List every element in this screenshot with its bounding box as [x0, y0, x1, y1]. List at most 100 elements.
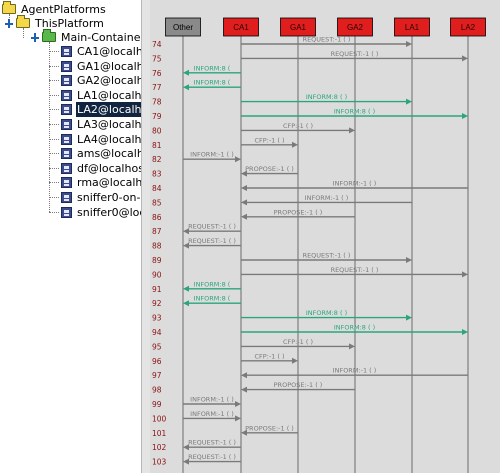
message-row-number: 102: [152, 443, 167, 452]
tree-agent-la2[interactable]: LA2@localhost: [0, 102, 141, 118]
tree-agent-rma[interactable]: rma@localhost: [0, 175, 142, 190]
message-arrowhead: [406, 98, 412, 105]
agent-icon: [61, 89, 72, 101]
message-row-number: 91: [152, 285, 162, 294]
tree-agent-la2-label: LA2@localhost: [76, 102, 141, 118]
message-sequence-diagram: Other CA1 GA1 GA2 LA1 LA2 74 REQUEST:-1 ( ) 75 RE…: [152, 17, 486, 473]
message-label: INFORM:8 (: [194, 79, 231, 87]
tree-agent-la1[interactable]: LA1@localhost: [0, 88, 141, 103]
message-row-number: 83: [152, 170, 162, 179]
message-label: REQUEST:-1 ( ): [331, 50, 379, 58]
tree-agent-ca1[interactable]: CA1@localhos: [0, 44, 141, 59]
message-row-number: 90: [152, 270, 162, 279]
tree-agent-sniffer0-on-ma[interactable]: sniffer0-on-Ma: [0, 190, 141, 205]
tree-node-agentplatforms-label: AgentPlatforms: [21, 3, 106, 16]
message-row-number: 74: [152, 40, 162, 49]
message-arrowhead: [183, 84, 189, 91]
message-arrowhead: [241, 185, 247, 191]
tree-agent-ams[interactable]: ams@localhost: [0, 146, 141, 161]
message-label: INFORM:-1 ( ): [190, 410, 234, 418]
message-row-number: 89: [152, 256, 162, 265]
message-label: INFORM:8 ( ): [306, 93, 347, 101]
agent-header-label-ga1: GA1: [290, 23, 307, 32]
message-label: INFORM:8 ( ): [334, 108, 375, 116]
message-arrowhead: [349, 127, 355, 134]
tree-agent-df-label: df@localhost:1: [77, 161, 141, 175]
tree-node-thisplatform[interactable]: ThisPlatform: [0, 15, 141, 31]
message-arrowhead: [241, 213, 247, 220]
agent-icon: [61, 46, 72, 57]
agent-icon: [61, 119, 72, 130]
message-row-number: 75: [152, 54, 162, 63]
tree-agent-la4[interactable]: LA4@localhost: [0, 132, 142, 147]
agent-tree-panel[interactable]: AgentPlatforms ThisPlatform Main-Container…: [0, 0, 142, 473]
tree-agent-ams-label: ams@localhost: [77, 147, 141, 161]
agent-icon: [61, 133, 72, 145]
tree-node-main-container[interactable]: Main-Container: [0, 29, 142, 45]
message-row-number: 84: [152, 184, 162, 193]
agent-header-label-la1: LA1: [405, 23, 420, 32]
message-arrowhead: [183, 300, 189, 307]
tree-agent-sniffer0[interactable]: sniffer0@locall: [0, 205, 141, 220]
message-arrowhead: [462, 329, 468, 335]
message-arrowhead: [349, 343, 355, 350]
message-row-number: 88: [152, 242, 162, 251]
message-arrowhead: [292, 141, 298, 148]
message-label: INFORM:-1 ( ): [333, 367, 377, 375]
message-row-number: 80: [152, 126, 162, 135]
tree-agent-la4-label: LA4@localhost: [77, 132, 142, 146]
message-arrowhead: [462, 271, 468, 278]
message-label: INFORM:8 ( ): [306, 309, 347, 317]
agent-header-label-la2: LA2: [461, 23, 476, 32]
message-row-number: 100: [152, 414, 167, 423]
message-arrowhead: [183, 285, 189, 292]
tree-agent-la3-label: LA3@localhost: [77, 118, 142, 131]
message-label: CFP:-1 ( ): [254, 136, 284, 144]
message-label: INFORM:-1 ( ): [190, 396, 234, 404]
tree-node-main-container-label: Main-Container: [61, 31, 142, 44]
tree-agent-rma-label: rma@localhost: [77, 176, 142, 190]
message-arrowhead: [462, 55, 468, 62]
message-label: PROPOSE:-1 ( ): [245, 165, 294, 173]
agent-icon: [61, 177, 72, 189]
message-label: PROPOSE:-1 ( ): [274, 381, 323, 389]
tree-agent-sniffer0-on-ma-label: sniffer0-on-Ma: [77, 191, 141, 204]
message-label: INFORM:-1 ( ): [333, 180, 377, 188]
tree-agent-ca1-label: CA1@localhos: [77, 45, 141, 58]
message-label: INFORM:8 (: [194, 295, 231, 303]
message-row-number: 92: [152, 299, 162, 308]
message-label: REQUEST:-1 ( ): [303, 252, 351, 260]
agent-header-label-other: Other: [173, 23, 193, 32]
expand-toggle-icon[interactable]: [31, 33, 40, 42]
message-arrowhead: [235, 156, 241, 163]
message-label: REQUEST:-1 ( ): [188, 439, 236, 447]
agent-header-label-ca1: CA1: [233, 23, 249, 32]
expand-toggle-icon[interactable]: [5, 19, 14, 28]
tree-agent-ga2[interactable]: GA2@localhos: [0, 73, 141, 88]
tree-agent-df[interactable]: df@localhost:1: [0, 161, 141, 176]
message-row-number: 103: [152, 458, 167, 467]
tree-agent-ga1[interactable]: GA1@localhos: [0, 59, 141, 74]
message-arrowhead: [406, 41, 412, 47]
tree-scrollbar[interactable]: [142, 0, 150, 473]
message-label: CFP:-1 ( ): [283, 122, 313, 130]
agent-icon: [61, 75, 72, 87]
message-label: INFORM:-1 ( ): [190, 151, 234, 159]
message-row-number: 76: [152, 69, 162, 78]
sniffer-canvas[interactable]: Other CA1 GA1 GA2 LA1 LA2 74 REQUEST:-1 ( ) 75 RE…: [150, 0, 500, 473]
agent-icon: [61, 60, 72, 72]
message-row-number: 101: [152, 429, 167, 438]
message-label: REQUEST:-1 ( ): [188, 237, 236, 245]
message-label: REQUEST:-1 ( ): [303, 36, 351, 44]
message-row-number: 96: [152, 357, 162, 366]
message-arrowhead: [241, 372, 247, 379]
tree-agent-la3[interactable]: LA3@localhost: [0, 117, 142, 132]
message-arrowhead: [462, 113, 468, 119]
message-row-number: 95: [152, 342, 162, 351]
agent-icon: [61, 162, 72, 174]
agent-header-label-ga2: GA2: [347, 23, 364, 32]
tree-agent-sniffer0-label: sniffer0@locall: [77, 205, 141, 219]
message-row-number: 81: [152, 141, 162, 150]
message-label: INFORM:8 (: [194, 64, 231, 72]
message-arrowhead: [235, 401, 241, 407]
